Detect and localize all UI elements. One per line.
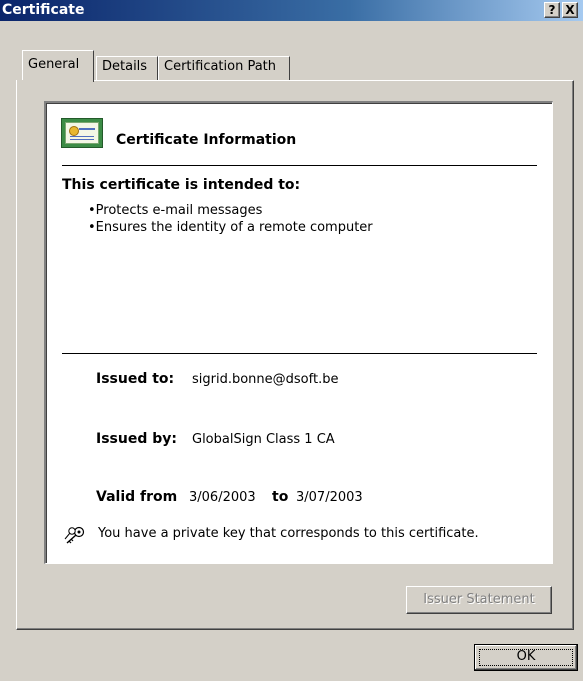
tab-certification-path[interactable]: Certification Path	[158, 56, 290, 80]
close-button[interactable]: X	[562, 2, 578, 18]
title-bar[interactable]: Certificate ? X	[0, 0, 583, 21]
ok-button-label: OK	[516, 649, 536, 664]
ok-button[interactable]: OK	[474, 644, 578, 671]
help-button[interactable]: ?	[544, 2, 560, 18]
tab-details[interactable]: Details	[96, 56, 158, 80]
active-tab-joint	[17, 80, 87, 82]
tab-pane-general	[16, 80, 574, 630]
tab-general[interactable]: General	[22, 50, 94, 82]
window-title: Certificate	[2, 2, 85, 18]
